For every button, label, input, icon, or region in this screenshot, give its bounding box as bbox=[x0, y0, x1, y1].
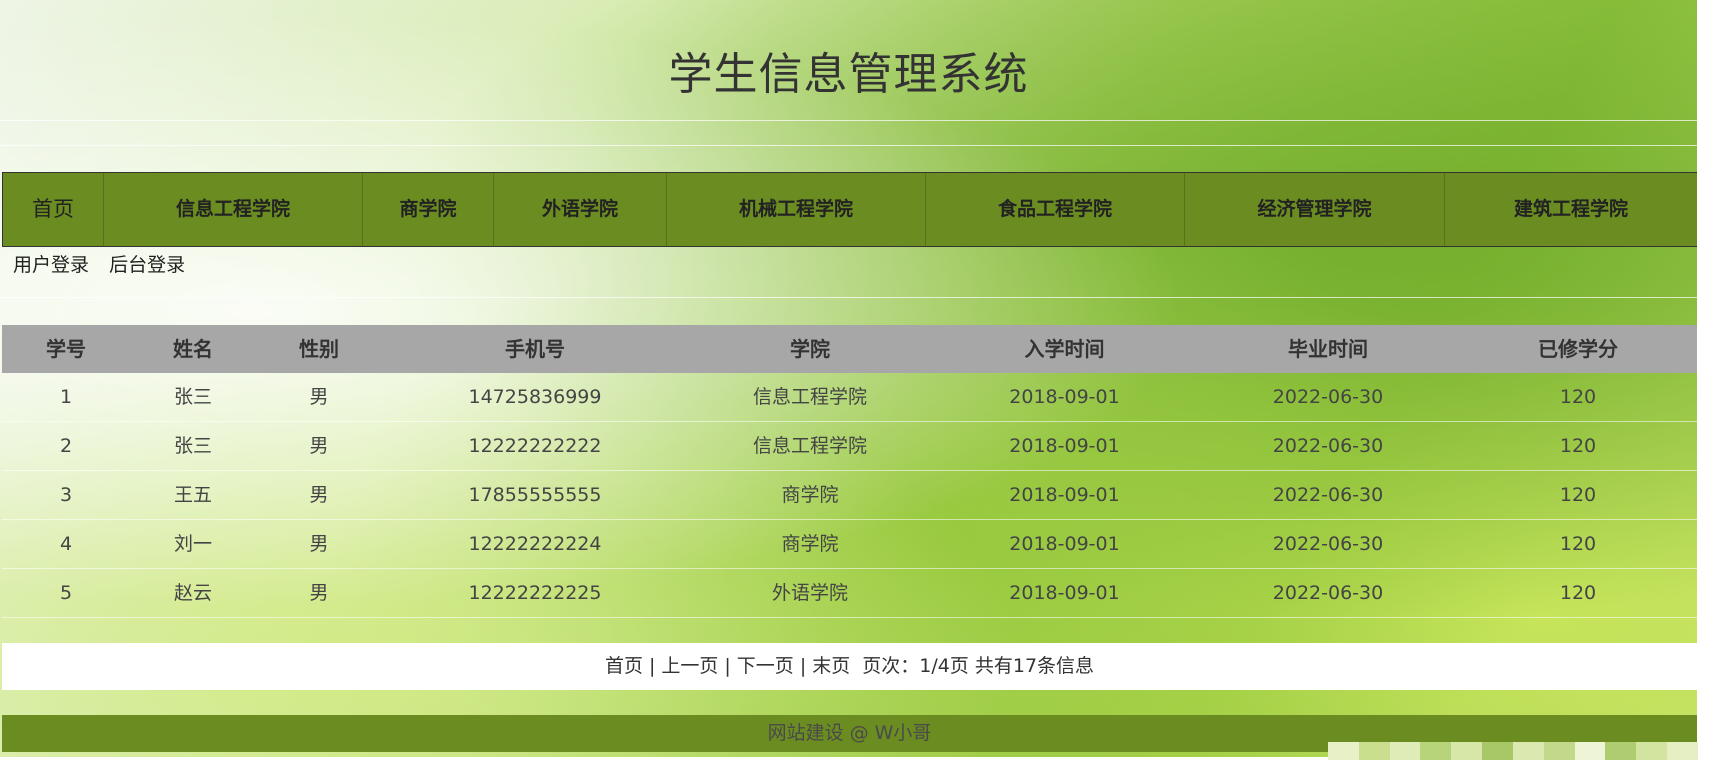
cell-student-id: 3 bbox=[59, 484, 73, 506]
cell-gender: 男 bbox=[309, 582, 329, 604]
table-row: 1 张三 男 14725836999 信息工程学院 2018-09-01 202… bbox=[2, 373, 1697, 422]
cell-college: 商学院 bbox=[781, 484, 839, 506]
cell-graduate-date: 2022-06-30 bbox=[1272, 386, 1384, 408]
table-row: 2 张三 男 12222222222 信息工程学院 2018-09-01 202… bbox=[2, 422, 1697, 471]
divider bbox=[0, 145, 1697, 146]
pagination: 首页 | 上一页 | 下一页 | 末页 页次：1/4页 共有17条信息 bbox=[2, 643, 1697, 690]
page-edge bbox=[1697, 0, 1712, 777]
header-college: 学院 bbox=[790, 337, 830, 361]
pager-separator: | bbox=[724, 655, 731, 677]
cell-enroll-date: 2018-09-01 bbox=[1009, 435, 1120, 457]
table-header: 学号 姓名 性别 手机号 学院 入学时间 毕业时间 已修学分 bbox=[2, 325, 1697, 373]
cell-student-id: 2 bbox=[59, 435, 73, 457]
login-links: 用户登录 后台登录 bbox=[13, 250, 199, 277]
cell-name: 张三 bbox=[173, 386, 212, 408]
cell-phone: 14725836999 bbox=[468, 386, 602, 408]
header-credits: 已修学分 bbox=[1538, 337, 1618, 361]
cell-enroll-date: 2018-09-01 bbox=[1009, 582, 1120, 604]
page-edge bbox=[0, 757, 1712, 777]
cell-name: 刘一 bbox=[173, 533, 212, 555]
cell-credits: 120 bbox=[1559, 484, 1597, 506]
cell-enroll-date: 2018-09-01 bbox=[1009, 533, 1120, 555]
table-row: 4 刘一 男 12222222224 商学院 2018-09-01 2022-0… bbox=[2, 520, 1697, 569]
cell-student-id: 5 bbox=[59, 582, 73, 604]
last-page-link[interactable]: 末页 bbox=[812, 655, 850, 677]
college-nav: 首页 信息工程学院 商学院 外语学院 机械工程学院 食品工程学院 经济管理学院 … bbox=[2, 172, 1697, 247]
nav-item-economics-management[interactable]: 经济管理学院 bbox=[1185, 173, 1445, 246]
cell-college: 信息工程学院 bbox=[752, 435, 867, 457]
cell-name: 王五 bbox=[173, 484, 212, 506]
header-graduate-date: 毕业时间 bbox=[1288, 337, 1368, 361]
cell-gender: 男 bbox=[309, 484, 329, 506]
header-phone: 手机号 bbox=[505, 337, 565, 361]
pager-separator: | bbox=[648, 655, 656, 677]
student-table: 学号 姓名 性别 手机号 学院 入学时间 毕业时间 已修学分 1 张三 男 14… bbox=[2, 325, 1697, 618]
nav-item-home[interactable]: 首页 bbox=[2, 173, 104, 246]
cell-graduate-date: 2022-06-30 bbox=[1272, 582, 1384, 604]
cell-college: 商学院 bbox=[781, 533, 839, 555]
cell-gender: 男 bbox=[309, 533, 329, 555]
cell-phone: 12222222225 bbox=[468, 582, 602, 604]
cell-enroll-date: 2018-09-01 bbox=[1009, 386, 1120, 408]
table-row: 5 赵云 男 12222222225 外语学院 2018-09-01 2022-… bbox=[2, 569, 1697, 618]
cell-phone: 17855555555 bbox=[468, 484, 602, 506]
cell-phone: 12222222222 bbox=[468, 435, 602, 457]
nav-item-architecture-engineering[interactable]: 建筑工程学院 bbox=[1445, 173, 1697, 246]
cell-name: 赵云 bbox=[173, 582, 212, 604]
cell-student-id: 1 bbox=[59, 386, 73, 408]
next-page-link[interactable]: 下一页 bbox=[737, 655, 794, 677]
cell-credits: 120 bbox=[1559, 533, 1597, 555]
cell-credits: 120 bbox=[1559, 386, 1597, 408]
cell-credits: 120 bbox=[1559, 582, 1597, 604]
pager-separator: | bbox=[799, 655, 807, 677]
divider bbox=[0, 120, 1697, 121]
nav-item-business[interactable]: 商学院 bbox=[363, 173, 494, 246]
first-page-link[interactable]: 首页 bbox=[605, 655, 643, 677]
nav-item-foreign-languages[interactable]: 外语学院 bbox=[494, 173, 667, 246]
cell-gender: 男 bbox=[309, 386, 329, 408]
header-student-id: 学号 bbox=[46, 337, 86, 361]
cell-gender: 男 bbox=[309, 435, 329, 457]
page-title: 学生信息管理系统 bbox=[668, 49, 1029, 100]
admin-login-link[interactable]: 后台登录 bbox=[109, 254, 185, 276]
cell-graduate-date: 2022-06-30 bbox=[1272, 484, 1384, 506]
page: 学生信息管理系统 首页 信息工程学院 商学院 外语学院 机械工程学院 食品工程学… bbox=[0, 0, 1697, 777]
header-enroll-date: 入学时间 bbox=[1024, 337, 1105, 361]
cell-enroll-date: 2018-09-01 bbox=[1009, 484, 1120, 506]
cell-credits: 120 bbox=[1559, 435, 1597, 457]
cell-college: 外语学院 bbox=[771, 582, 848, 604]
page-info: 页次：1/4页 共有17条信息 bbox=[862, 655, 1095, 677]
cell-college: 信息工程学院 bbox=[752, 386, 867, 408]
blurred-watermark bbox=[1328, 742, 1698, 760]
nav-item-food-engineering[interactable]: 食品工程学院 bbox=[926, 173, 1185, 246]
header-name: 姓名 bbox=[173, 337, 213, 361]
nav-item-mechanical-engineering[interactable]: 机械工程学院 bbox=[667, 173, 926, 246]
cell-student-id: 4 bbox=[59, 533, 73, 555]
cell-name: 张三 bbox=[173, 435, 212, 457]
cell-graduate-date: 2022-06-30 bbox=[1272, 533, 1384, 555]
header-gender: 性别 bbox=[299, 337, 339, 361]
table-row: 3 王五 男 17855555555 商学院 2018-09-01 2022-0… bbox=[2, 471, 1697, 520]
divider bbox=[0, 297, 1697, 298]
cell-phone: 12222222224 bbox=[468, 533, 602, 555]
cell-graduate-date: 2022-06-30 bbox=[1272, 435, 1384, 457]
prev-page-link[interactable]: 上一页 bbox=[661, 655, 718, 677]
nav-item-info-engineering[interactable]: 信息工程学院 bbox=[104, 173, 363, 246]
user-login-link[interactable]: 用户登录 bbox=[13, 254, 89, 276]
